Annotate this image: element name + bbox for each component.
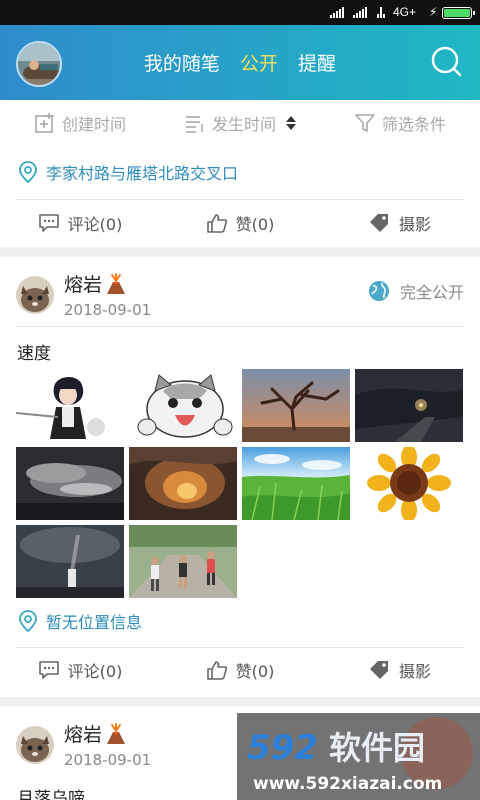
- tag-icon: [369, 661, 388, 679]
- category-label: 摄影: [398, 662, 431, 681]
- tag-icon: [369, 214, 388, 232]
- filter-label: 创建时间: [61, 115, 126, 134]
- photo-anime-swordsman[interactable]: [16, 369, 124, 442]
- filter-conditions[interactable]: 筛选条件: [320, 100, 480, 146]
- network-type: 4G+: [393, 5, 417, 19]
- signal-icon: [353, 7, 367, 18]
- search-icon[interactable]: [430, 45, 462, 77]
- watermark-logo: 592 软件园 www.592xiazai.com: [237, 713, 480, 800]
- avatar: [16, 725, 54, 764]
- svg-text:www.592xiazai.com: www.592xiazai.com: [253, 774, 442, 794]
- filter-icon: [355, 114, 375, 132]
- photo-storm-clouds[interactable]: [16, 447, 124, 520]
- post-author[interactable]: 熔岩 2018-09-01: [16, 270, 151, 319]
- location-pin-icon: [19, 161, 37, 183]
- thumbs-up-icon: [206, 661, 227, 680]
- like-button[interactable]: 赞(0): [160, 647, 320, 693]
- author-name-row: 熔岩: [64, 720, 151, 747]
- privacy-setting[interactable]: 完全公开: [368, 279, 464, 303]
- add-square-icon: [35, 113, 54, 133]
- svg-text:592: 592: [247, 728, 318, 768]
- filter-label: 发生时间: [211, 115, 276, 134]
- author-name-row: 熔岩: [64, 270, 151, 297]
- main-tabs: 我的随笔 公开 提醒: [0, 49, 480, 76]
- filter-label: 筛选条件: [381, 115, 446, 134]
- filter-bar: 创建时间 发生时间 筛选条件: [0, 100, 480, 146]
- status-bar: 4G+ ⚡: [0, 0, 480, 25]
- photo-tag-button[interactable]: 摄影: [320, 200, 480, 246]
- photo-cartoon-cat[interactable]: [129, 369, 237, 442]
- avatar: [16, 275, 54, 314]
- post-actions: 评论(0) 赞(0) 摄影: [0, 200, 480, 246]
- divider: [16, 326, 464, 327]
- like-count: 赞(0): [235, 215, 275, 234]
- post-author[interactable]: 熔岩 2018-09-01: [16, 720, 151, 769]
- charging-icon: ⚡: [429, 5, 438, 19]
- photo-bare-tree-sunset[interactable]: [242, 369, 350, 442]
- battery-level: [444, 9, 470, 17]
- location-link[interactable]: 李家村路与雁塔北路交叉口: [18, 160, 238, 184]
- location-link[interactable]: 暂无位置信息: [18, 609, 142, 633]
- comment-count: 评论(0): [67, 662, 123, 681]
- comment-icon: [38, 661, 59, 679]
- author-meta: 熔岩 2018-09-01: [64, 720, 151, 769]
- comment-icon: [38, 214, 59, 232]
- location-text: 暂无位置信息: [46, 613, 143, 632]
- thumbs-up-icon: [206, 214, 227, 233]
- location-text: 李家村路与雁塔北路交叉口: [46, 164, 239, 183]
- list-icon: [185, 116, 203, 133]
- photo-grid: [16, 369, 464, 598]
- category-label: 摄影: [398, 215, 431, 234]
- author-name: 熔岩: [64, 724, 103, 746]
- top-header: 我的随笔 公开 提醒: [0, 25, 480, 100]
- photo-lighthouse-storm[interactable]: [16, 525, 124, 598]
- signal-icon: [377, 7, 385, 18]
- battery-icon: [442, 7, 475, 19]
- photo-green-grass[interactable]: [242, 447, 350, 520]
- comment-button[interactable]: 评论(0): [0, 200, 160, 246]
- photo-fire-clouds[interactable]: [129, 447, 237, 520]
- post-title: 速度: [17, 344, 51, 364]
- comment-count: 评论(0): [67, 215, 123, 234]
- filter-occurred-time[interactable]: 发生时间: [160, 100, 320, 146]
- tab-my-notes[interactable]: 我的随笔: [144, 53, 220, 75]
- like-button[interactable]: 赞(0): [160, 200, 320, 246]
- like-count: 赞(0): [235, 662, 275, 681]
- globe-icon: [368, 281, 389, 301]
- photo-night-road[interactable]: [355, 369, 463, 442]
- author-name: 熔岩: [64, 274, 103, 296]
- photo-runners-road[interactable]: [129, 525, 237, 598]
- post-date: 2018-09-01: [64, 751, 152, 769]
- post-date: 2018-09-01: [64, 301, 152, 319]
- photo-tag-button[interactable]: 摄影: [320, 647, 480, 693]
- post-actions: 评论(0) 赞(0) 摄影: [0, 647, 480, 693]
- app-screen: 4G+ ⚡ 我的随笔 公开 提醒 创建时间 发生时间 筛选条件 李家村路与雁塔北…: [0, 0, 480, 800]
- privacy-label: 完全公开: [399, 283, 464, 302]
- tab-public[interactable]: 公开: [240, 53, 278, 75]
- tab-reminders[interactable]: 提醒: [298, 53, 336, 75]
- post-card: 李家村路与雁塔北路交叉口 评论(0) 赞(0) 摄影: [0, 146, 480, 247]
- post-card: 熔岩 2018-09-01 完全公开 速度 暂无位置信息 评论(0) 赞(0) …: [0, 257, 480, 697]
- comment-button[interactable]: 评论(0): [0, 647, 160, 693]
- photo-sunflower[interactable]: [355, 447, 463, 520]
- author-meta: 熔岩 2018-09-01: [64, 270, 151, 319]
- location-pin-icon: [19, 610, 37, 632]
- post-title: 月落乌啼: [17, 789, 85, 800]
- filter-created-time[interactable]: 创建时间: [0, 100, 160, 146]
- volcano-icon: [107, 272, 126, 294]
- volcano-icon: [107, 722, 126, 744]
- svg-text:软件园: 软件园: [329, 729, 425, 767]
- signal-icon: [330, 7, 344, 18]
- sort-icon: [286, 116, 296, 130]
